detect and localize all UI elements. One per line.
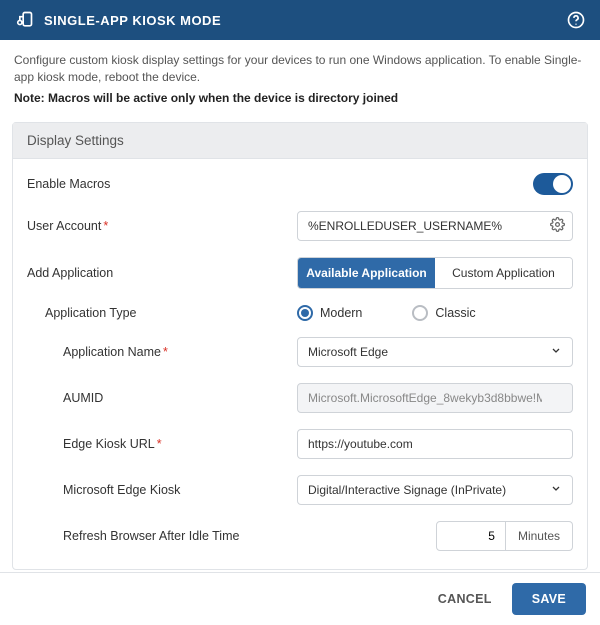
radio-icon xyxy=(297,305,313,321)
refresh-unit: Minutes xyxy=(506,521,573,551)
description-block: Configure custom kiosk display settings … xyxy=(0,40,600,116)
row-edge-kiosk: Microsoft Edge Kiosk Digital/Interactive… xyxy=(27,475,573,505)
label-aumid: AUMID xyxy=(27,391,297,405)
row-application-type: Application Type Modern Classic xyxy=(27,305,573,321)
required-asterisk: * xyxy=(103,219,108,233)
row-application-name: Application Name* Microsoft Edge xyxy=(27,337,573,367)
gear-icon[interactable] xyxy=(550,217,565,235)
row-kiosk-url: Edge Kiosk URL* xyxy=(27,429,573,459)
select-edge-kiosk[interactable]: Digital/Interactive Signage (InPrivate) xyxy=(297,475,573,505)
required-asterisk: * xyxy=(157,437,162,451)
description-text: Configure custom kiosk display settings … xyxy=(14,53,581,84)
label-add-application: Add Application xyxy=(27,266,297,280)
label-enable-macros: Enable Macros xyxy=(27,177,297,191)
radio-classic[interactable]: Classic xyxy=(412,305,475,321)
row-user-account: User Account* xyxy=(27,211,573,241)
tab-custom-application[interactable]: Custom Application xyxy=(435,258,572,288)
label-application-name: Application Name* xyxy=(27,345,297,359)
tab-available-application[interactable]: Available Application xyxy=(298,258,435,288)
label-refresh: Refresh Browser After Idle Time xyxy=(27,529,297,543)
panel-body: Enable Macros User Account* xyxy=(13,159,587,569)
chevron-down-icon xyxy=(550,483,562,498)
required-asterisk: * xyxy=(163,345,168,359)
chevron-down-icon xyxy=(550,345,562,360)
row-add-application: Add Application Available Application Cu… xyxy=(27,257,573,289)
dialog-title: SINGLE-APP KIOSK MODE xyxy=(44,13,221,28)
input-kiosk-url[interactable] xyxy=(297,429,573,459)
radio-group-app-type: Modern Classic xyxy=(297,305,573,321)
select-application-name[interactable]: Microsoft Edge xyxy=(297,337,573,367)
help-icon[interactable] xyxy=(566,10,586,30)
panel-title: Display Settings xyxy=(13,123,587,159)
label-application-type: Application Type xyxy=(27,306,297,320)
display-settings-panel: Display Settings Enable Macros User Acco… xyxy=(12,122,588,570)
row-aumid: AUMID xyxy=(27,383,573,413)
cancel-button[interactable]: CANCEL xyxy=(432,584,498,614)
save-button[interactable]: SAVE xyxy=(512,583,586,615)
input-aumid xyxy=(297,383,573,413)
header-left: SINGLE-APP KIOSK MODE xyxy=(14,10,221,30)
label-edge-kiosk: Microsoft Edge Kiosk xyxy=(27,483,297,497)
row-refresh: Refresh Browser After Idle Time Minutes xyxy=(27,521,573,551)
toggle-enable-macros[interactable] xyxy=(533,173,573,195)
description-note: Note: Macros will be active only when th… xyxy=(14,90,586,107)
dialog-header: SINGLE-APP KIOSK MODE xyxy=(0,0,600,40)
label-kiosk-url: Edge Kiosk URL* xyxy=(27,437,297,451)
application-source-tabs: Available Application Custom Application xyxy=(297,257,573,289)
input-refresh-value[interactable] xyxy=(436,521,506,551)
dialog-footer: CANCEL SAVE xyxy=(0,572,600,625)
input-user-account[interactable] xyxy=(297,211,573,241)
row-enable-macros: Enable Macros xyxy=(27,173,573,195)
radio-icon xyxy=(412,305,428,321)
kiosk-icon xyxy=(14,10,34,30)
radio-modern[interactable]: Modern xyxy=(297,305,362,321)
label-user-account: User Account* xyxy=(27,219,297,233)
